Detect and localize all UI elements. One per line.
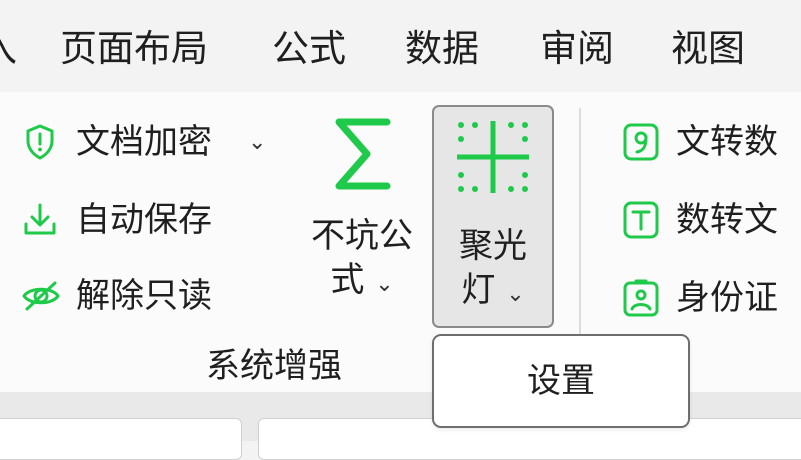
letter-t-icon — [623, 201, 659, 239]
group-label-system-enhance: 系统增强 — [206, 346, 342, 386]
menu-tab-view[interactable]: 视图 — [671, 24, 745, 74]
menu-tab-formula[interactable]: 公式 — [272, 24, 346, 74]
spotlight-dropdown-menu: 设置 — [432, 334, 690, 428]
id-card-icon — [623, 279, 659, 317]
formula-label-line1: 不坑公 — [311, 216, 413, 256]
sheet-tile-left — [0, 418, 242, 460]
spotlight-button[interactable]: 聚光 灯 ⌄ — [432, 105, 554, 328]
spotlight-label-line2: 灯 ⌄ — [461, 270, 525, 310]
encrypt-document-button[interactable]: 文档加密 ⌄ — [20, 120, 266, 164]
download-icon — [24, 203, 56, 235]
number-to-text-button[interactable]: 数转文 — [622, 198, 778, 242]
digit-nine-icon — [623, 123, 659, 161]
menu-tab-data[interactable]: 数据 — [405, 24, 479, 74]
sigma-icon — [335, 118, 391, 190]
menu-tab-page-layout[interactable]: 页面布局 — [60, 24, 208, 74]
crosshair-grid-icon — [457, 121, 529, 193]
group-divider — [579, 108, 581, 354]
eye-off-icon — [22, 281, 60, 311]
formula-button[interactable]: 不坑公 式 ⌄ — [300, 112, 424, 307]
id-card-label: 身份证 — [676, 278, 778, 318]
formula-label-line2: 式 ⌄ — [330, 260, 394, 300]
settings-menu-item[interactable]: 设置 — [527, 359, 595, 403]
text-to-number-button[interactable]: 文转数 — [622, 120, 778, 164]
number-to-text-label: 数转文 — [676, 200, 778, 240]
unlock-readonly-label: 解除只读 — [76, 276, 212, 316]
encrypt-document-label: 文档加密 — [76, 122, 212, 162]
shield-exclamation-icon — [26, 124, 54, 160]
menu-tab-partial[interactable]: 入 — [0, 24, 17, 74]
autosave-label: 自动保存 — [76, 200, 212, 240]
spotlight-label-line1: 聚光 — [459, 226, 527, 266]
id-card-button[interactable]: 身份证 — [622, 276, 778, 320]
chevron-down-icon[interactable]: ⌄ — [248, 130, 266, 155]
autosave-button[interactable]: 自动保存 — [20, 198, 212, 242]
menu-bar: 入 页面布局 公式 数据 审阅 视图 — [0, 0, 801, 92]
chevron-down-icon: ⌄ — [375, 272, 394, 297]
text-to-number-label: 文转数 — [676, 122, 778, 162]
chevron-down-icon: ⌄ — [506, 282, 525, 307]
unlock-readonly-button[interactable]: 解除只读 — [20, 274, 212, 318]
menu-tab-review[interactable]: 审阅 — [540, 24, 614, 74]
